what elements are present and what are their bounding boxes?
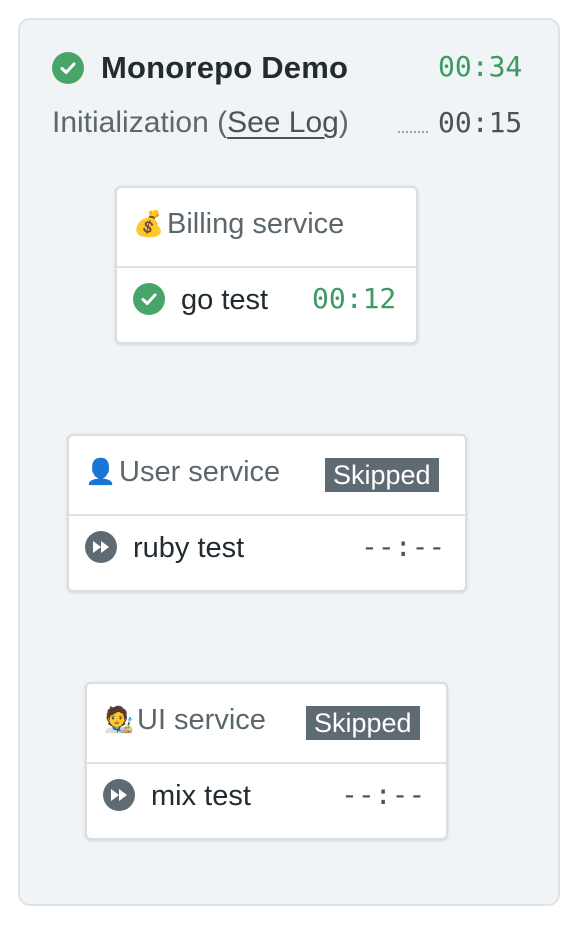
initialization-label: Initialization ( — [52, 106, 228, 139]
initialization-row: Initialization (See Log) — [52, 106, 349, 140]
job-row[interactable]: mix test --:-- — [87, 762, 446, 838]
skipped-badge: Skipped — [325, 458, 439, 492]
see-log-link[interactable]: See Log — [227, 106, 339, 139]
block-title[interactable]: 👤User service — [85, 456, 280, 489]
job-name[interactable]: mix test — [151, 780, 251, 813]
job-name[interactable]: ruby test — [133, 532, 244, 565]
fast-forward-icon — [103, 779, 135, 811]
job-row[interactable]: ruby test --:-- — [69, 514, 465, 590]
leader-dots — [398, 131, 428, 133]
initialization-duration: 00:15 — [438, 106, 523, 139]
job-name[interactable]: go test — [181, 284, 268, 317]
job-duration: --:-- — [341, 778, 426, 811]
money-bag-icon: 💰 — [133, 210, 165, 238]
block-name: Billing service — [167, 208, 345, 240]
initialization-label-suffix: ) — [338, 106, 349, 139]
block-title[interactable]: 🧑‍🎨UI service — [103, 704, 266, 737]
block-card-billing: 💰Billing service go test 00:12 — [115, 186, 418, 344]
check-circle-icon — [133, 283, 165, 315]
block-header: 💰Billing service — [117, 188, 416, 268]
job-row[interactable]: go test 00:12 — [117, 266, 416, 342]
block-title[interactable]: 💰Billing service — [133, 208, 344, 241]
job-duration: 00:12 — [312, 282, 397, 315]
block-card-user: 👤User service Skipped ruby test --:-- — [67, 434, 467, 592]
pipeline-title[interactable]: Monorepo Demo — [101, 50, 348, 86]
artist-icon: 🧑‍🎨 — [103, 706, 135, 734]
block-card-ui: 🧑‍🎨UI service Skipped mix test --:-- — [85, 682, 448, 840]
bust-in-silhouette-icon: 👤 — [85, 458, 117, 486]
block-header: 🧑‍🎨UI service Skipped — [87, 684, 446, 764]
check-circle-icon — [52, 52, 84, 84]
fast-forward-icon — [85, 531, 117, 563]
block-header: 👤User service Skipped — [69, 436, 465, 516]
block-name: UI service — [137, 704, 266, 736]
block-name: User service — [119, 456, 281, 488]
skipped-badge: Skipped — [306, 706, 420, 740]
pipeline-duration: 00:34 — [438, 50, 523, 83]
job-duration: --:-- — [361, 530, 446, 563]
